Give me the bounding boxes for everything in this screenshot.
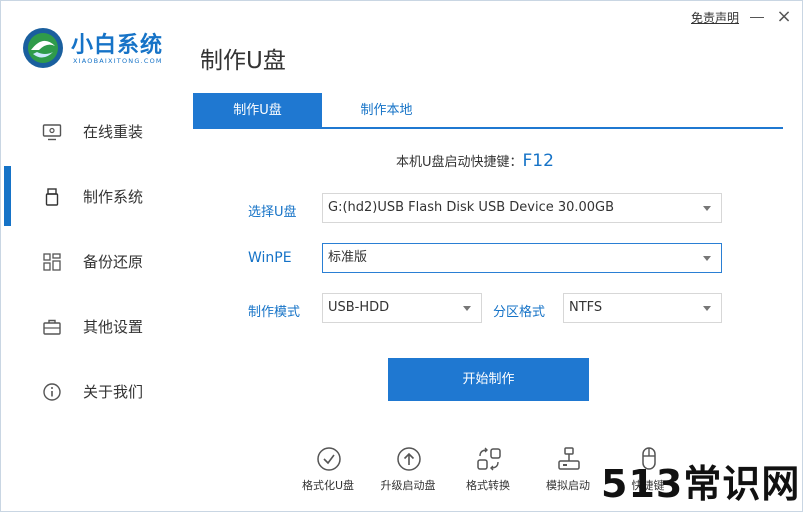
backup-icon [43, 253, 61, 271]
chevron-down-icon [703, 306, 711, 311]
page-title: 制作U盘 [200, 48, 286, 74]
info-icon [43, 383, 61, 401]
sidebar-item-label: 其他设置 [83, 318, 144, 336]
winpe-label: WinPE [248, 250, 292, 266]
brand-name: 小白系统 [71, 33, 164, 58]
close-button[interactable]: × [773, 6, 795, 28]
convert-icon [477, 447, 501, 471]
minimize-button[interactable] [750, 17, 764, 18]
simulate-icon [558, 447, 580, 470]
tool-label: 格式化U盘 [301, 479, 355, 492]
tool-simulate-boot[interactable]: 模拟启动 [533, 444, 603, 494]
mode-label: 制作模式 [248, 305, 301, 320]
winpe-select[interactable]: 标准版 [322, 243, 722, 273]
partition-label: 分区格式 [493, 305, 546, 320]
tool-label: 格式转换 [466, 479, 510, 492]
hotkey-label: 本机U盘启动快捷键： [396, 155, 523, 170]
monitor-icon [42, 124, 62, 141]
mode-select[interactable]: USB-HDD [322, 293, 482, 323]
sidebar-item-about-us[interactable]: 关于我们 [1, 361, 191, 421]
sidebar-item-other-settings[interactable]: 其他设置 [1, 296, 191, 356]
chevron-down-icon [703, 256, 711, 261]
usb-device-value: G:(hd2)USB Flash Disk USB Device 30.00GB [328, 200, 615, 215]
chevron-down-icon [703, 206, 711, 211]
tab-make-local[interactable]: 制作本地 [322, 93, 451, 128]
sidebar-item-label: 关于我们 [83, 383, 144, 401]
mode-value: USB-HDD [328, 300, 390, 315]
chevron-down-icon [463, 306, 471, 311]
tab-underline [193, 127, 783, 129]
tool-label: 升级启动盘 [380, 479, 436, 492]
sidebar-item-label: 在线重装 [83, 123, 144, 141]
sidebar-item-make-system[interactable]: 制作系统 [1, 166, 191, 226]
usb-device-select[interactable]: G:(hd2)USB Flash Disk USB Device 30.00GB [322, 193, 722, 223]
partition-value: NTFS [569, 300, 603, 315]
active-indicator [4, 166, 11, 226]
sidebar-item-backup-restore[interactable]: 备份还原 [1, 231, 191, 291]
tool-format-usb[interactable]: 格式化U盘 [293, 444, 363, 494]
watermark-text: 513常识网 [601, 462, 801, 506]
logo-icon [23, 28, 63, 68]
boot-hotkey-info: 本机U盘启动快捷键：F12 [396, 151, 554, 171]
sidebar-item-online-reinstall[interactable]: 在线重装 [1, 101, 191, 161]
partition-select[interactable]: NTFS [563, 293, 722, 323]
tool-format-convert[interactable]: 格式转换 [453, 444, 523, 494]
usb-select-label: 选择U盘 [248, 205, 297, 220]
disclaimer-link[interactable]: 免责声明 [691, 9, 739, 26]
start-make-button[interactable]: 开始制作 [388, 358, 589, 401]
check-circle-icon [317, 447, 341, 471]
briefcase-icon [43, 319, 61, 335]
app-window: 小白系统 XIAOBAIXITONG.COM 制作U盘 免责声明 × 在线重装 … [0, 0, 803, 512]
tab-make-usb[interactable]: 制作U盘 [193, 93, 322, 128]
sidebar-item-label: 制作系统 [83, 188, 144, 206]
tool-label: 模拟启动 [546, 479, 590, 492]
usb-drive-icon [45, 188, 59, 206]
tool-upgrade-boot-disk[interactable]: 升级启动盘 [373, 444, 443, 494]
winpe-value: 标准版 [328, 250, 368, 265]
hotkey-value: F12 [522, 151, 554, 171]
sidebar-item-label: 备份还原 [83, 253, 144, 271]
brand-subtitle: XIAOBAIXITONG.COM [73, 57, 163, 65]
upgrade-icon [397, 447, 421, 471]
